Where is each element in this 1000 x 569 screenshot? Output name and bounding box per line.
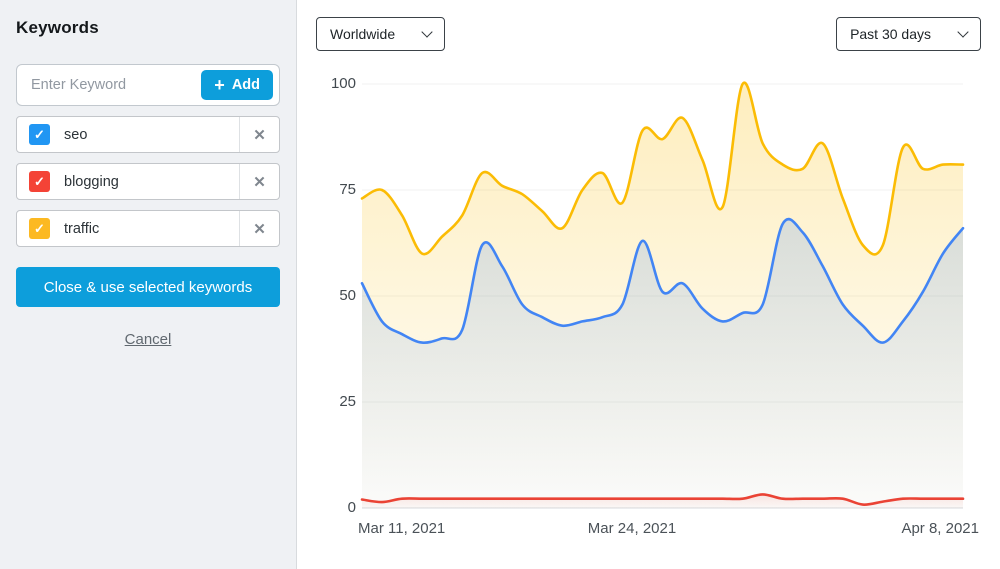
x-axis-label-apr8: Apr 8, 2021 bbox=[901, 520, 979, 537]
add-keyword-button[interactable]: + Add bbox=[201, 70, 273, 100]
keywords-sidebar: Keywords + Add ✓ seo ✕ ✓ blogging ✕ ✓ tr… bbox=[0, 0, 297, 569]
keyword-checkbox[interactable]: ✓ bbox=[29, 218, 50, 239]
cancel-link[interactable]: Cancel bbox=[16, 331, 280, 348]
x-axis-label-mar24: Mar 24, 2021 bbox=[588, 520, 676, 537]
y-axis-tick-0: 0 bbox=[306, 499, 356, 517]
keyword-chip-seo[interactable]: ✓ seo ✕ bbox=[16, 116, 280, 153]
remove-keyword-button[interactable]: ✕ bbox=[239, 117, 279, 152]
keyword-checkbox[interactable]: ✓ bbox=[29, 171, 50, 192]
y-axis-tick-75: 75 bbox=[306, 181, 356, 199]
keyword-chip-traffic[interactable]: ✓ traffic ✕ bbox=[16, 210, 280, 247]
close-icon: ✕ bbox=[253, 220, 266, 238]
add-button-label: Add bbox=[232, 77, 260, 93]
keyword-label: traffic bbox=[64, 221, 99, 237]
keyword-label: blogging bbox=[64, 174, 119, 190]
y-axis-tick-50: 50 bbox=[306, 287, 356, 305]
x-axis-label-mar11: Mar 11, 2021 bbox=[358, 520, 445, 537]
keyword-checkbox[interactable]: ✓ bbox=[29, 124, 50, 145]
close-icon: ✕ bbox=[253, 126, 266, 144]
keyword-label: seo bbox=[64, 127, 87, 143]
keyword-input-group: + Add bbox=[16, 64, 280, 106]
plus-icon: + bbox=[214, 76, 225, 94]
sidebar-title: Keywords bbox=[16, 18, 280, 38]
remove-keyword-button[interactable]: ✕ bbox=[239, 164, 279, 199]
keyword-input[interactable] bbox=[29, 76, 201, 94]
trends-area-chart bbox=[297, 0, 1000, 569]
remove-keyword-button[interactable]: ✕ bbox=[239, 211, 279, 246]
keyword-chip-blogging[interactable]: ✓ blogging ✕ bbox=[16, 163, 280, 200]
close-use-keywords-button[interactable]: Close & use selected keywords bbox=[16, 267, 280, 307]
close-icon: ✕ bbox=[253, 173, 266, 191]
y-axis-tick-25: 25 bbox=[306, 393, 356, 411]
trends-chart-panel: Worldwide Past 30 days 100 75 50 25 0 Ma… bbox=[297, 0, 1000, 569]
y-axis-tick-100: 100 bbox=[306, 75, 356, 93]
